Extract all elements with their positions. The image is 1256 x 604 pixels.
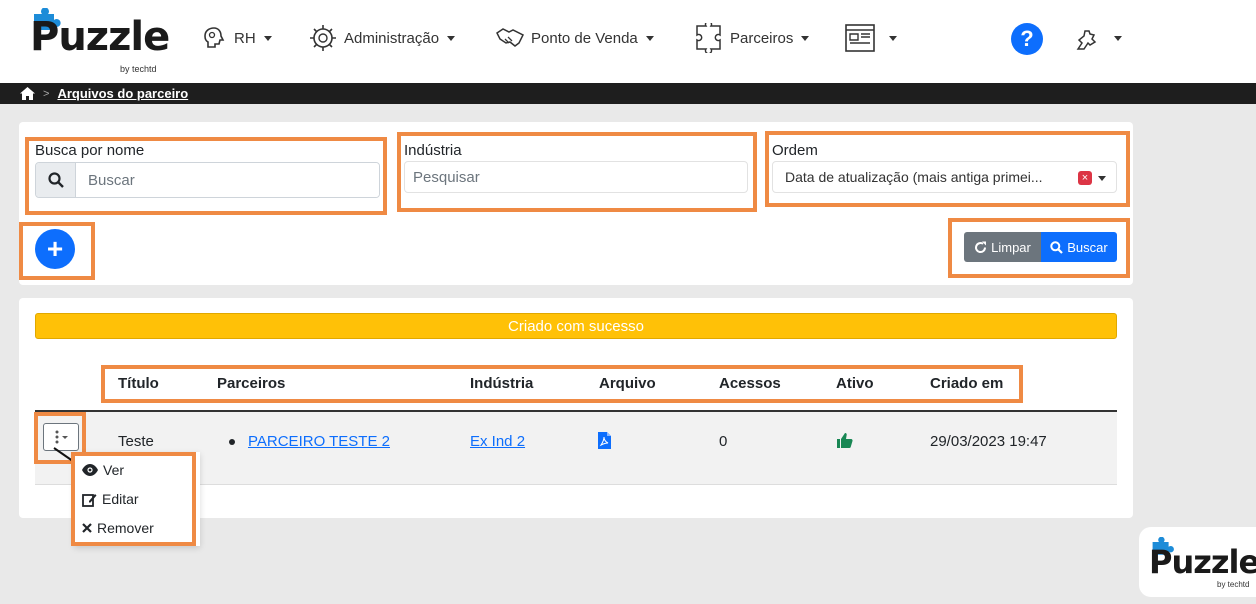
clear-button[interactable]: Limpar [964,232,1041,262]
help-icon[interactable]: ? [1011,23,1043,55]
corner-brand-name: Puzzle [1149,543,1256,581]
order-filter-label: Ordem [772,142,818,159]
layout-icon [845,24,875,52]
partner-link[interactable]: PARCEIRO TESTE 2 [248,433,390,450]
nav-item-parceiros[interactable]: Parceiros [694,22,810,54]
column-header-arquivo[interactable]: Arquivo [599,375,656,392]
search-icon [36,163,76,197]
handshake-icon [496,28,525,47]
cell-titulo: Teste [118,433,154,450]
clear-selection-icon[interactable]: × [1078,171,1092,185]
corner-brand-logo[interactable]: Puzzle by techtd [1139,527,1256,597]
success-alert: Criado com sucesso [35,313,1117,339]
nav-item-label: Ponto de Venda [531,29,638,47]
column-header-criado-em[interactable]: Criado em [930,375,1003,392]
nav-item-label: Administração [344,29,440,47]
cell-industria: Ex Ind 2 [470,433,525,450]
search-button[interactable]: Buscar [1041,232,1117,262]
chevron-down-icon [1098,176,1106,181]
nav-item-rh[interactable]: RH [200,22,272,54]
search-icon [1050,240,1064,254]
industry-link[interactable]: Ex Ind 2 [470,433,525,450]
chevron-down-icon [263,35,272,41]
corner-brand-tagline: by techtd [1217,580,1250,589]
refresh-icon [975,241,987,253]
nav-item-layout[interactable] [845,22,897,54]
cell-criado-em: 29/03/2023 19:47 [930,433,1047,450]
chevron-down-icon [645,35,654,41]
column-header-titulo[interactable]: Título [118,375,159,392]
brain-icon [204,27,225,48]
chevron-down-icon [447,35,456,41]
chevron-down-icon [1114,35,1122,41]
puzzle-icon [696,23,721,53]
cog-brain-icon [310,25,336,51]
brand-name: Puzzle [30,14,170,60]
clear-button-label: Limpar [991,239,1031,255]
name-search-group [35,162,380,198]
nav-item-ponto-de-venda[interactable]: Ponto de Venda [495,22,654,54]
add-file-button[interactable]: + [35,229,75,269]
breadcrumb-current[interactable]: Arquivos do parceiro [57,86,188,101]
breadcrumb-separator-icon: > [43,87,50,100]
kebab-menu-icon [55,430,68,444]
cell-acessos: 0 [719,433,728,450]
list-bullet [229,439,235,445]
chevron-down-icon [801,35,810,41]
brand-logo[interactable]: Puzzle by techtd [28,8,170,76]
column-header-industria[interactable]: Indústria [470,375,533,392]
nav-item-user-menu[interactable] [1070,22,1122,54]
order-select[interactable]: Data de atualização (mais antiga primei.… [772,161,1117,193]
search-button-label: Buscar [1067,239,1108,255]
column-header-parceiros[interactable]: Parceiros [217,375,285,392]
brand-tagline: by techtd [120,64,157,74]
home-icon[interactable] [20,87,35,100]
name-search-input[interactable] [76,163,379,197]
nav-item-administracao[interactable]: Administração [308,22,456,54]
chevron-down-icon [889,35,897,41]
puzzle-person-icon [1076,30,1097,50]
name-filter-label: Busca por nome [35,142,145,159]
nav-item-label: RH [234,29,256,47]
order-select-value: Data de atualização (mais antiga primei.… [785,169,1043,185]
column-header-acessos[interactable]: Acessos [719,375,781,392]
top-navbar: Puzzle by techtd RH Administração Ponto … [0,0,1256,83]
thumbs-up-icon [837,433,853,448]
breadcrumb: > Arquivos do parceiro [0,83,1256,104]
industry-filter-label: Indústria [404,142,462,159]
column-header-ativo[interactable]: Ativo [836,375,874,392]
industry-search-input[interactable] [404,161,748,193]
highlight-row-menu [71,452,196,546]
pdf-icon[interactable] [598,432,611,449]
cell-parceiro: PARCEIRO TESTE 2 [248,433,390,450]
nav-item-label: Parceiros [730,29,794,47]
